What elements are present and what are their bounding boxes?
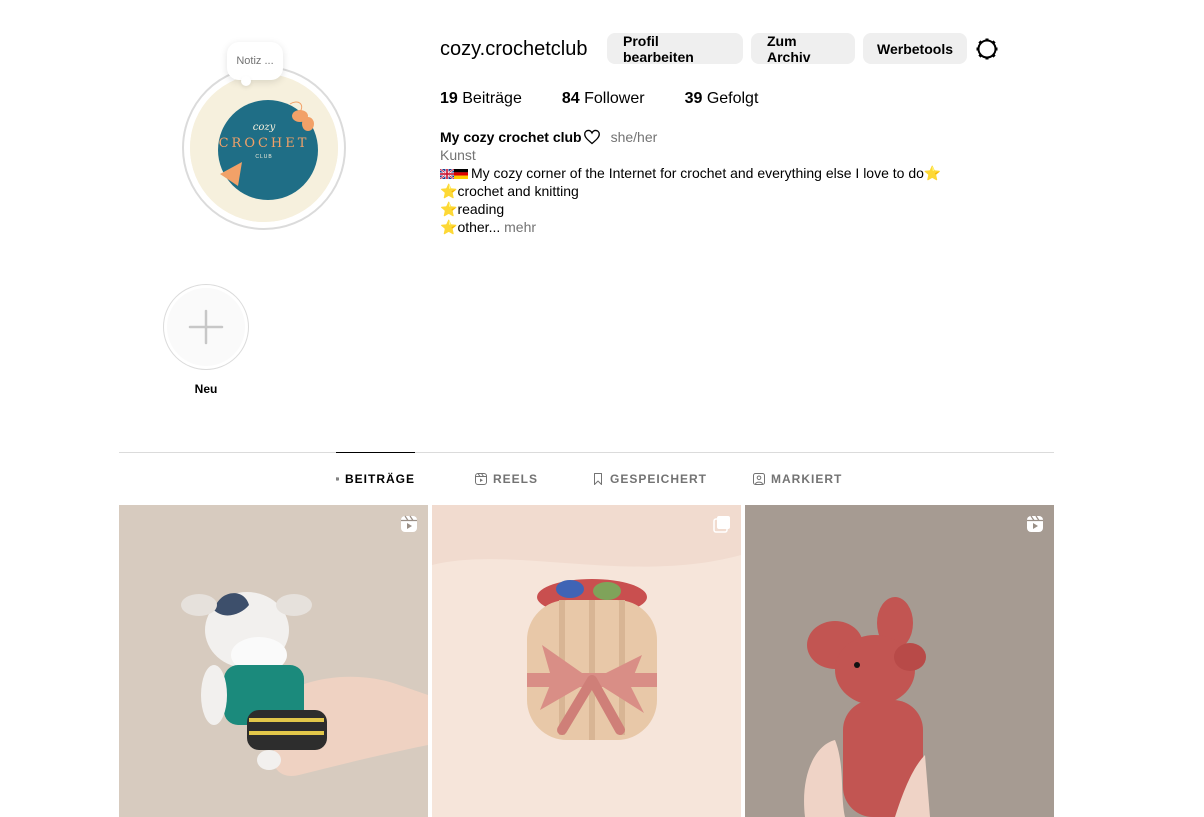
star-icon: ⭐ bbox=[440, 201, 458, 217]
star-icon: ⭐ bbox=[440, 219, 458, 235]
bookmark-icon bbox=[594, 472, 602, 485]
followers-stat[interactable]: 84 Follower bbox=[562, 90, 645, 108]
bio-name-row: My cozy crochet club she/her bbox=[440, 128, 941, 146]
tab-tagged[interactable]: MARKIERT bbox=[753, 452, 842, 505]
tagged-icon bbox=[753, 472, 765, 485]
reel-icon bbox=[401, 515, 417, 532]
profile-stats: 19 Beiträge 84 Follower 39 Gefolgt bbox=[440, 90, 798, 108]
tab-saved[interactable]: GESPEICHERT bbox=[592, 452, 707, 505]
logo-text-main: CROCHET bbox=[218, 136, 310, 151]
bio-line-3: ⭐reading bbox=[440, 201, 505, 217]
star-icon: ⭐ bbox=[440, 183, 458, 199]
profile-avatar[interactable]: cozy CROCHET CLUB bbox=[182, 66, 346, 230]
bio-line-2: ⭐crochet and knitting bbox=[440, 183, 579, 199]
post-tile[interactable] bbox=[432, 505, 741, 817]
profile-bio: My cozy crochet club she/her Kunst My co… bbox=[440, 128, 941, 236]
logo-text-sub: CLUB bbox=[255, 154, 273, 160]
ad-tools-button[interactable]: Werbetools bbox=[863, 33, 967, 64]
tab-posts-label: BEITRÄGE bbox=[344, 472, 415, 486]
posts-stat: 19 Beiträge bbox=[440, 90, 522, 107]
plus-icon bbox=[188, 309, 224, 345]
star-icon: ⭐ bbox=[923, 165, 942, 181]
bio-pronouns: she/her bbox=[610, 129, 658, 145]
edit-profile-button[interactable]: Profil bearbeiten bbox=[607, 33, 743, 65]
german-flag-icon bbox=[454, 169, 468, 179]
carousel-icon bbox=[713, 516, 730, 533]
profile-username: cozy.crochetclub bbox=[440, 38, 588, 60]
reel-icon bbox=[1027, 515, 1043, 532]
crochet-mouse-image bbox=[745, 505, 1054, 817]
tab-tagged-label: MARKIERT bbox=[771, 471, 843, 486]
avatar-image: cozy CROCHET CLUB bbox=[190, 74, 338, 222]
archive-button[interactable]: Zum Archiv bbox=[751, 33, 855, 65]
bio-line-4: ⭐other... mehr bbox=[440, 219, 537, 235]
settings-gear-icon[interactable] bbox=[975, 37, 999, 61]
following-stat[interactable]: 39 Gefolgt bbox=[685, 90, 759, 108]
tab-reels-label: REELS bbox=[493, 471, 539, 486]
post-tile[interactable] bbox=[745, 505, 1054, 817]
tab-posts[interactable]: BEITRÄGE bbox=[336, 452, 415, 505]
post-tile[interactable] bbox=[119, 505, 428, 817]
tab-reels[interactable]: REELS bbox=[475, 452, 538, 505]
heart-icon bbox=[583, 129, 600, 145]
reels-icon bbox=[475, 472, 487, 485]
tab-saved-label: GESPEICHERT bbox=[610, 471, 708, 486]
note-bubble[interactable]: Notiz ... bbox=[227, 42, 283, 86]
new-highlight-label: Neu bbox=[194, 382, 218, 396]
grid-icon bbox=[336, 477, 339, 481]
uk-flag-icon bbox=[440, 169, 454, 179]
bio-display-name: My cozy crochet club bbox=[440, 129, 582, 145]
new-highlight-button[interactable] bbox=[163, 284, 249, 370]
logo-text-top: cozy bbox=[252, 122, 276, 133]
bio-category: Kunst bbox=[440, 147, 476, 163]
new-highlight-circle bbox=[167, 288, 245, 366]
bio-line-1: My cozy corner of the Internet for croch… bbox=[440, 164, 941, 182]
bio-more-link[interactable]: mehr bbox=[504, 219, 536, 235]
crochet-cow-image bbox=[119, 505, 428, 817]
tabs-divider bbox=[119, 452, 1054, 453]
crochet-gift-bundle-image bbox=[432, 505, 741, 817]
